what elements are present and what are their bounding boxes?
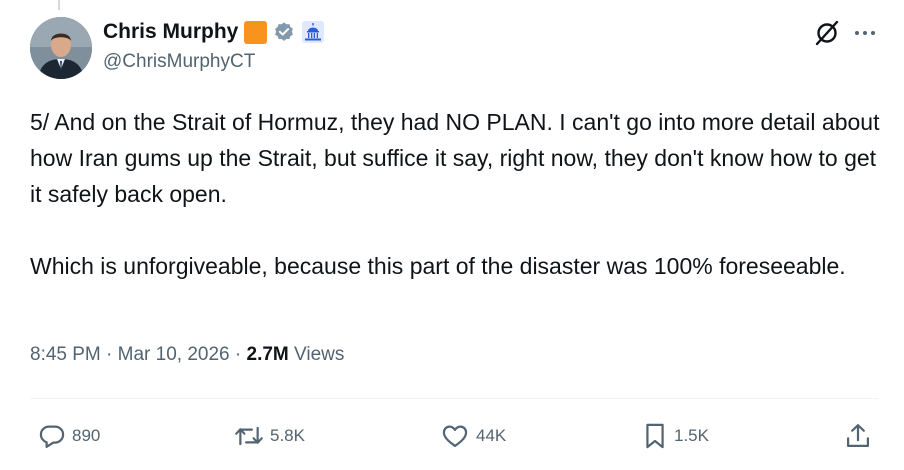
repost-icon <box>235 426 263 446</box>
author-handle[interactable]: @ChrisMurphyCT <box>103 51 255 73</box>
avatar[interactable] <box>30 17 92 79</box>
views-label[interactable]: Views <box>294 344 344 365</box>
reply-icon <box>39 425 65 448</box>
capitol-building-icon[interactable] <box>301 20 325 44</box>
tweet-paragraph: 5/ And on the Strait of Hormuz, they had… <box>30 109 880 207</box>
tweet-meta: 8:45 PM · Mar 10, 2026 · 2.7M Views <box>30 344 344 366</box>
tweet-paragraph: Which is unforgiveable, because this par… <box>30 253 846 279</box>
bookmark-count: 1.5K <box>674 426 709 445</box>
action-bar: 890 5.8K 44K 1.5K <box>38 422 874 452</box>
tweet-date[interactable]: Mar 10, 2026 <box>118 344 230 365</box>
thread-connector-line <box>58 0 60 10</box>
like-count: 44K <box>476 426 507 445</box>
avatar-photo <box>30 17 92 79</box>
views-count[interactable]: 2.7M <box>247 344 289 365</box>
org-badge-icon[interactable] <box>244 20 268 44</box>
bookmark-icon <box>646 423 664 449</box>
like-button[interactable]: 44K <box>440 422 506 450</box>
grok-icon[interactable] <box>814 20 840 46</box>
author-display-name[interactable]: Chris Murphy <box>103 20 238 44</box>
author-name-row: Chris Murphy <box>103 20 325 44</box>
meta-separator: · <box>106 344 113 365</box>
share-icon <box>846 424 870 448</box>
bookmark-button[interactable]: 1.5K <box>642 422 709 450</box>
reply-count: 890 <box>72 426 101 445</box>
more-icon[interactable] <box>852 20 878 46</box>
share-button[interactable] <box>844 422 872 450</box>
like-icon <box>442 425 468 448</box>
verified-badge-icon[interactable] <box>273 21 295 43</box>
meta-separator: · <box>234 344 242 365</box>
repost-button[interactable]: 5.8K <box>234 422 305 450</box>
divider <box>30 398 878 399</box>
tweet-time[interactable]: 8:45 PM <box>30 344 101 365</box>
repost-count: 5.8K <box>270 426 305 445</box>
reply-button[interactable]: 890 <box>38 422 100 450</box>
tweet-text: 5/ And on the Strait of Hormuz, they had… <box>30 104 880 284</box>
